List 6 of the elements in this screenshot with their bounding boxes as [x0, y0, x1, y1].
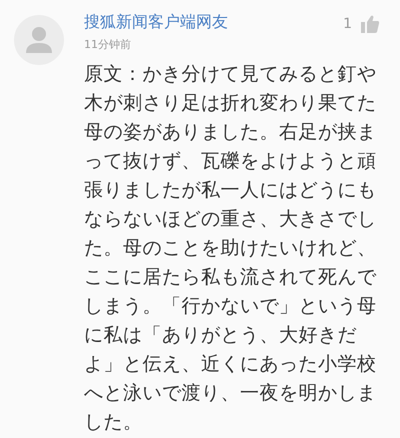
thumbs-up-icon[interactable] [360, 14, 380, 34]
comment-text: 原文：かき分けて見てみると釘や木が刺さり足は折れ変わり果てた母の姿がありました。右足が挟まって抜けず、瓦礫をよけようと頑張りましたが私一人にはどうにもならないほどの重さ、大きさでした。母のことを助けたいけれど、ここに居たら私も流されて死んでしまう。「行かないで」という母に私は「ありがとう、大好きだよ」と伝え、近くにあった小学校へと泳いで渡り、一夜を明かしました。 [84, 62, 378, 435]
like-count: 1 [343, 16, 352, 32]
avatar-icon [14, 15, 64, 65]
username-link[interactable]: 搜狐新闻客户端网友 [84, 12, 228, 32]
timestamp: 11分钟前 [84, 38, 132, 52]
